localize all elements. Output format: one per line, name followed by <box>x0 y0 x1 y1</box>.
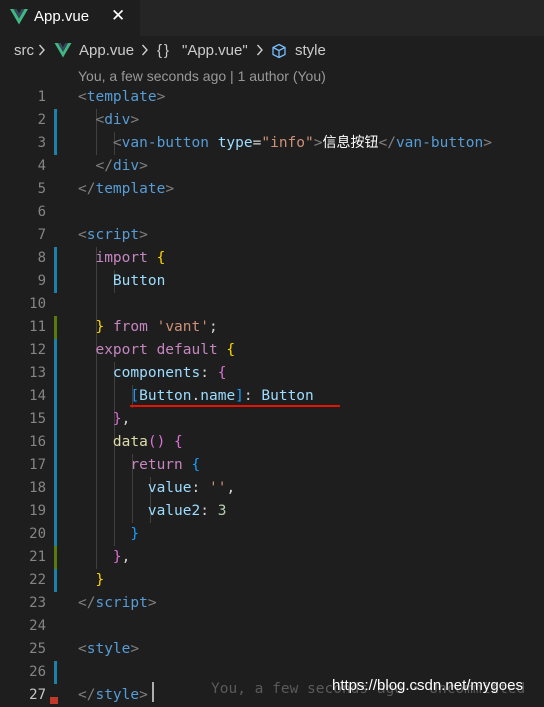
code-line[interactable]: 9 Button <box>0 270 544 293</box>
chevron-right-icon <box>141 44 148 56</box>
line-number: 4 <box>37 158 46 174</box>
tab-bar: App.vue ✕ <box>0 0 544 36</box>
code-text: <template> <box>78 89 166 105</box>
code-line[interactable]: 23 </script> <box>0 592 544 615</box>
breadcrumb-file[interactable]: App.vue <box>79 42 134 59</box>
line-number: 25 <box>29 641 46 657</box>
code-text: </template> <box>78 181 175 197</box>
vue-file-icon <box>10 9 28 25</box>
line-number: 5 <box>37 181 46 197</box>
text-cursor <box>152 682 154 702</box>
line-number: 12 <box>29 342 46 358</box>
line-number: 16 <box>29 434 46 450</box>
tab-app-vue[interactable]: App.vue ✕ <box>0 0 140 36</box>
breadcrumb-src[interactable]: src <box>14 42 34 59</box>
code-text: </div> <box>95 158 148 174</box>
code-text: return { <box>130 457 201 473</box>
line-number: 8 <box>37 250 46 266</box>
code-text: data() { <box>112 434 183 450</box>
line-number: 23 <box>29 595 46 611</box>
line-number: 1 <box>37 89 46 105</box>
code-text: }, <box>112 549 131 565</box>
line-number: 21 <box>29 549 46 565</box>
line-number: 3 <box>37 135 46 151</box>
code-line[interactable]: 25 <style> <box>0 638 544 661</box>
line-number: 22 <box>29 572 46 588</box>
code-text: <script> <box>78 227 148 243</box>
code-line[interactable]: 3 <van-button type="info">信息按钮</van-butt… <box>0 132 544 155</box>
code-line[interactable]: 4 </div> <box>0 155 544 178</box>
code-line[interactable]: 6 <box>0 201 544 224</box>
code-line[interactable]: 22 } <box>0 569 544 592</box>
code-line[interactable]: 2 <div> <box>0 109 544 132</box>
line-number: 11 <box>29 319 46 335</box>
code-editor[interactable]: 1 <template> 2 <div> 3 <van-button type=… <box>0 86 544 704</box>
code-line[interactable]: 15 }, <box>0 408 544 431</box>
code-text: Button <box>112 273 166 289</box>
code-line[interactable]: 8 import { <box>0 247 544 270</box>
vue-file-icon <box>54 43 72 58</box>
line-number: 15 <box>29 411 46 427</box>
code-line[interactable]: 19 value2: 3 <box>0 500 544 523</box>
code-text: components: { <box>112 365 227 381</box>
line-number: 14 <box>29 388 46 404</box>
code-line[interactable]: 11 } from 'vant'; <box>0 316 544 339</box>
code-line[interactable]: 7 <script> <box>0 224 544 247</box>
code-line[interactable]: 18 value: '', <box>0 477 544 500</box>
line-number: 10 <box>29 296 46 312</box>
line-number: 13 <box>29 365 46 381</box>
code-text: } <box>130 526 140 542</box>
line-number: 17 <box>29 457 46 473</box>
code-line[interactable]: 24 <box>0 615 544 638</box>
line-number: 19 <box>29 503 46 519</box>
watermark: https://blog.csdn.net/mygoes <box>332 677 523 694</box>
chevron-right-icon <box>256 44 263 56</box>
code-text: <van-button type="info">信息按钮</van-button… <box>112 135 492 151</box>
line-number: 7 <box>37 227 46 243</box>
tab-label: App.vue <box>34 8 90 25</box>
chevron-right-icon <box>38 44 45 56</box>
line-number: 18 <box>29 480 46 496</box>
code-line[interactable]: 21 }, <box>0 546 544 569</box>
line-number: 26 <box>29 664 46 680</box>
cube-icon <box>272 43 286 59</box>
error-underline <box>130 405 340 407</box>
code-line[interactable]: 20 } <box>0 523 544 546</box>
code-line[interactable]: 17 return { <box>0 454 544 477</box>
code-text: value2: 3 <box>147 503 227 519</box>
code-text: <style> <box>78 641 140 657</box>
error-marker <box>50 697 58 704</box>
code-text: } <box>95 572 105 588</box>
code-line[interactable]: 13 components: { <box>0 362 544 385</box>
code-line[interactable]: 5 </template> <box>0 178 544 201</box>
line-number: 9 <box>37 273 46 289</box>
code-text: } from 'vant'; <box>95 319 218 335</box>
code-line[interactable]: 1 <template> <box>0 86 544 109</box>
breadcrumb: src App.vue {} "App.vue" style <box>0 40 544 64</box>
line-number: 2 <box>37 112 46 128</box>
object-braces-icon: {} <box>157 42 172 59</box>
line-number: 20 <box>29 526 46 542</box>
code-line[interactable]: 16 data() { <box>0 431 544 454</box>
code-text: <div> <box>95 112 140 128</box>
code-text: import { <box>95 250 166 266</box>
breadcrumb-component[interactable]: "App.vue" <box>182 42 248 59</box>
code-text: value: '', <box>147 480 236 496</box>
line-number: 24 <box>29 618 46 634</box>
close-icon[interactable]: ✕ <box>111 6 125 26</box>
code-text: </script> <box>78 595 157 611</box>
code-line[interactable]: 12 export default { <box>0 339 544 362</box>
code-text: }, <box>112 411 131 427</box>
line-number: 6 <box>37 204 46 220</box>
code-line[interactable]: 10 <box>0 293 544 316</box>
code-text: export default { <box>95 342 236 358</box>
codelens-blame[interactable]: You, a few seconds ago | 1 author (You) <box>78 68 326 84</box>
breadcrumb-section[interactable]: style <box>295 42 326 59</box>
